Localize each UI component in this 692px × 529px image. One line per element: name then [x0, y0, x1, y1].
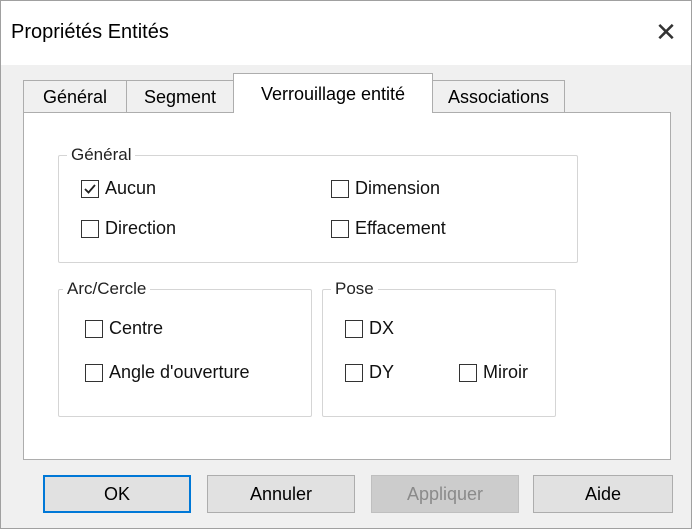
checkbox-box[interactable]	[85, 363, 103, 382]
checkbox-label: Aucun	[105, 178, 157, 198]
cancel-button[interactable]: Annuler	[207, 475, 355, 513]
group-general-legend: Général	[67, 144, 136, 166]
checkbox-box[interactable]	[331, 179, 349, 198]
checkbox-centre[interactable]: Centre	[85, 318, 163, 339]
ok-button[interactable]: OK	[43, 475, 191, 513]
tab-general[interactable]: Général	[23, 80, 127, 112]
checkbox-aucun[interactable]: Aucun	[81, 178, 156, 199]
checkbox-direction[interactable]: Direction	[81, 218, 176, 239]
tab-panel-verrouillage: Général Aucun Dimension Direction Efface…	[23, 112, 671, 460]
checkbox-box[interactable]	[459, 363, 477, 382]
checkbox-label: DY	[369, 362, 395, 382]
properties-dialog: Propriétés Entités ✕ Général Segment Ver…	[0, 0, 692, 529]
checkmark-icon	[84, 183, 96, 194]
checkbox-label: Miroir	[483, 362, 528, 382]
group-pose: Pose DX DY Miroir	[322, 278, 556, 417]
checkbox-label: Centre	[109, 318, 164, 338]
checkbox-box[interactable]	[81, 179, 99, 198]
window-title: Propriétés Entités	[11, 21, 169, 43]
checkbox-label: DX	[369, 318, 395, 338]
tab-segment[interactable]: Segment	[126, 80, 234, 112]
checkbox-dimension[interactable]: Dimension	[331, 178, 440, 199]
group-general: Général Aucun Dimension Direction Efface…	[58, 144, 578, 263]
checkbox-angle-ouverture[interactable]: Angle d'ouverture	[85, 362, 250, 383]
group-arc-cercle: Arc/Cercle Centre Angle d'ouverture	[58, 278, 312, 417]
title-bar: Propriétés Entités ✕	[1, 1, 691, 65]
checkbox-effacement[interactable]: Effacement	[331, 218, 446, 239]
tab-associations[interactable]: Associations	[432, 80, 565, 112]
checkbox-box[interactable]	[81, 219, 99, 238]
checkbox-miroir[interactable]: Miroir	[459, 362, 528, 383]
checkbox-label: Effacement	[355, 218, 446, 238]
checkbox-box[interactable]	[345, 363, 363, 382]
tab-verrouillage-entite[interactable]: Verrouillage entité	[233, 73, 433, 113]
close-icon: ✕	[655, 17, 677, 47]
checkbox-box[interactable]	[345, 319, 363, 338]
group-arc-cercle-legend: Arc/Cercle	[63, 278, 151, 300]
checkbox-box[interactable]	[85, 319, 103, 338]
help-button[interactable]: Aide	[533, 475, 673, 513]
group-pose-legend: Pose	[331, 278, 378, 300]
checkbox-dx[interactable]: DX	[345, 318, 394, 339]
checkbox-label: Dimension	[355, 178, 441, 198]
close-button[interactable]: ✕	[649, 15, 683, 49]
checkbox-label: Angle d'ouverture	[109, 362, 250, 382]
checkbox-label: Direction	[105, 218, 177, 238]
checkbox-dy[interactable]: DY	[345, 362, 394, 383]
apply-button[interactable]: Appliquer	[371, 475, 519, 513]
checkbox-box[interactable]	[331, 219, 349, 238]
